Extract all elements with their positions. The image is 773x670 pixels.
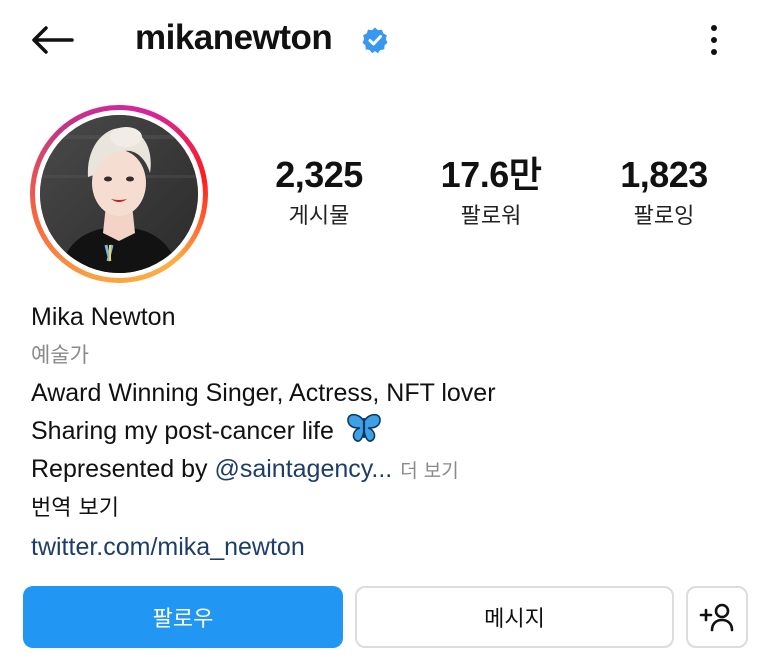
message-button[interactable]: 메시지 [355, 586, 674, 648]
website-link[interactable]: twitter.com/mika_newton [31, 528, 751, 566]
followers-count: 17.6만 [440, 154, 542, 195]
profile-full-name: Mika Newton [31, 303, 176, 331]
vertical-dots-icon [711, 25, 717, 31]
bio-line-2-text: Sharing my post-cancer life [31, 417, 334, 445]
more-options-button[interactable] [700, 18, 728, 62]
followers-label: 팔로워 [460, 204, 522, 229]
person-add-icon [699, 603, 734, 632]
translate-link[interactable]: 번역 보기 [31, 490, 751, 528]
posts-count: 2,325 [275, 154, 363, 195]
avatar [40, 115, 198, 273]
profile-page: mikanewton 2,325 게시물 17.6만 팔로워 1,823 팔로잉… [0, 0, 773, 670]
following-stat[interactable]: 1,823 팔로잉 [589, 152, 739, 234]
profile-bio: Mika Newton 예술가 Award Winning Singer, Ac… [31, 298, 751, 566]
butterfly-icon [347, 413, 381, 442]
bio-line-3: Represented by @saintagency... 더 보기 [31, 450, 751, 490]
back-button[interactable] [28, 18, 76, 62]
avatar-portrait [40, 115, 198, 273]
add-user-button[interactable] [686, 586, 748, 648]
followers-stat[interactable]: 17.6만 팔로워 [416, 152, 566, 234]
following-count: 1,823 [620, 154, 708, 195]
profile-username: mikanewton [135, 18, 333, 57]
more-link[interactable]: 더 보기 [400, 460, 458, 482]
posts-label: 게시물 [288, 204, 350, 229]
follow-button[interactable]: 팔로우 [23, 586, 343, 648]
bio-line-2: Sharing my post-cancer life [31, 412, 751, 450]
mention-link[interactable]: @saintagency... [214, 455, 392, 483]
bio-line-1: Award Winning Singer, Actress, NFT lover [31, 379, 496, 407]
profile-category: 예술가 [31, 343, 89, 367]
posts-stat[interactable]: 2,325 게시물 [244, 152, 394, 234]
arrow-left-icon [32, 26, 74, 54]
story-ring[interactable] [30, 105, 208, 283]
follow-button-label: 팔로우 [152, 607, 214, 632]
bio-line-3-prefix: Represented by [31, 455, 215, 483]
message-button-label: 메시지 [484, 607, 545, 632]
following-label: 팔로잉 [633, 204, 695, 229]
verified-badge-icon [362, 27, 388, 54]
